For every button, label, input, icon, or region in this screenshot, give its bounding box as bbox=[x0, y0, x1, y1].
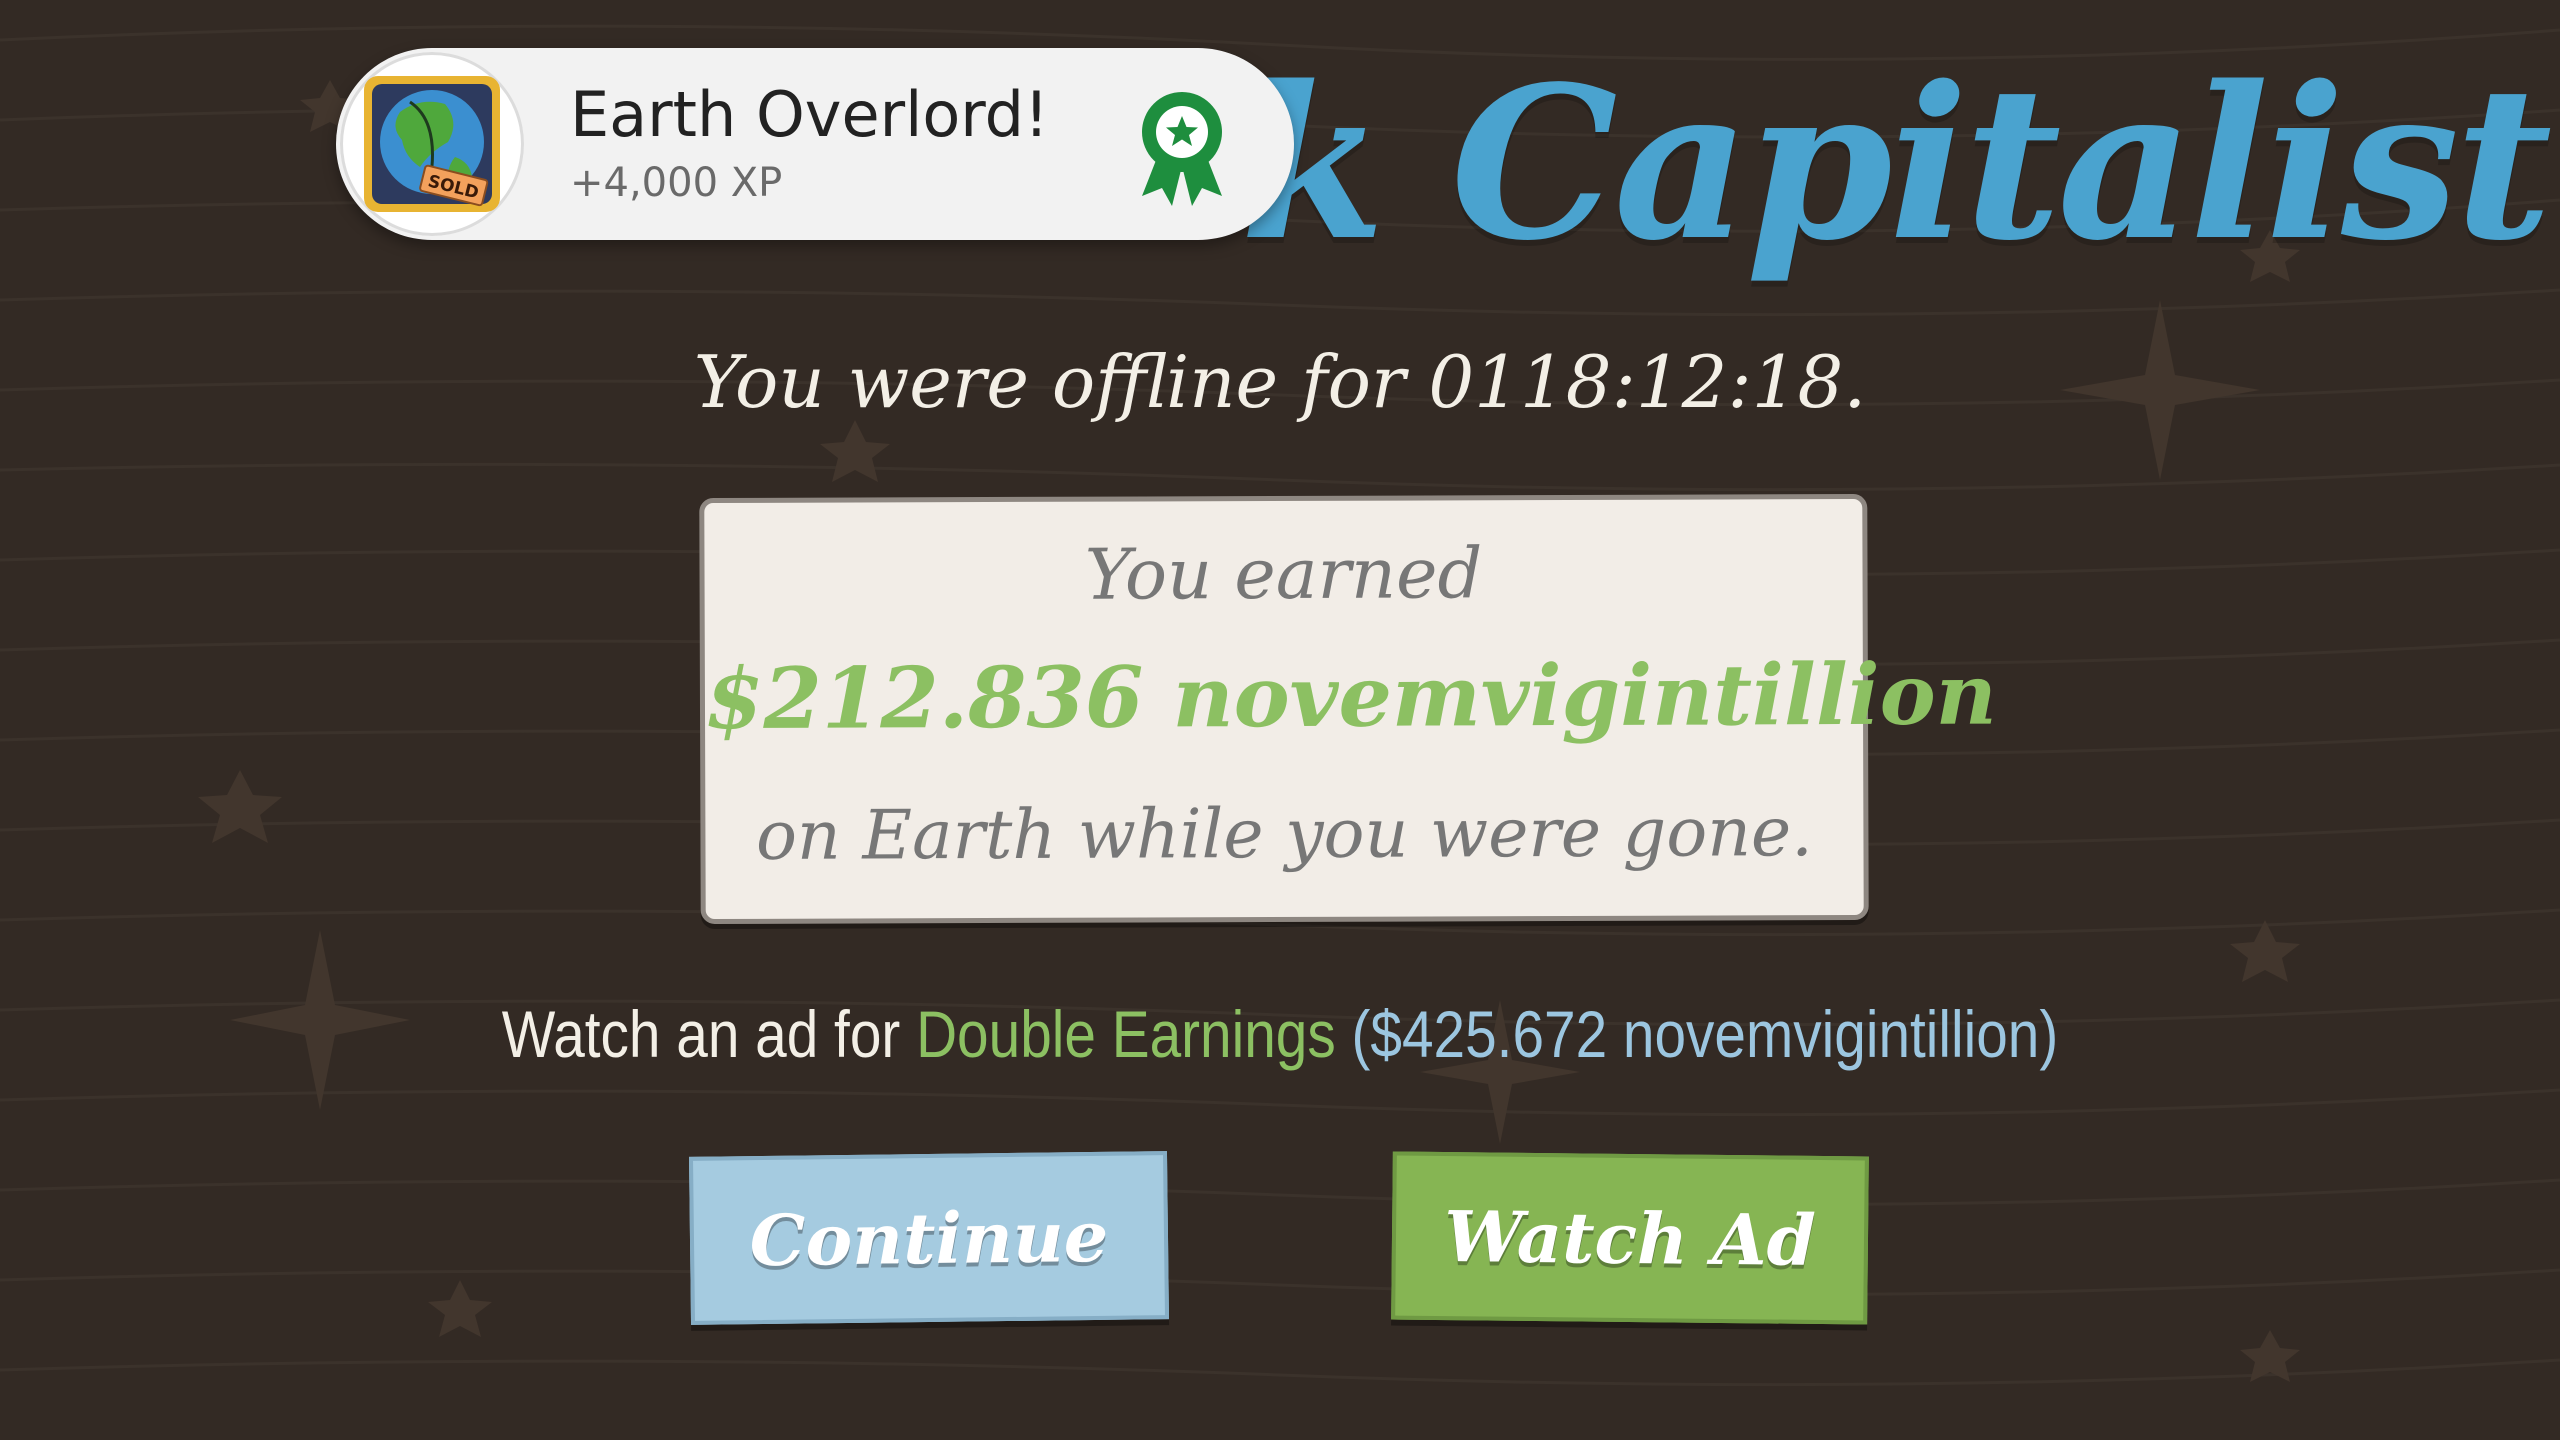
game-title: k Capitalist! bbox=[1240, 40, 2560, 287]
bg-star bbox=[820, 420, 890, 482]
ad-offer-prefix: Watch an ad for bbox=[501, 997, 917, 1071]
ad-offer-amount: ($425.672 novemvigintillion) bbox=[1335, 997, 2059, 1071]
continue-button[interactable]: Continue bbox=[688, 1151, 1170, 1325]
bg-star bbox=[428, 1280, 492, 1337]
earnings-location: on Earth while you were gone. bbox=[755, 793, 1813, 876]
earnings-amount: $212.836 novemvigintillion bbox=[704, 644, 1997, 749]
ad-offer-text: Watch an ad for Double Earnings ($425.67… bbox=[179, 996, 2381, 1072]
achievement-ribbon-icon bbox=[1142, 92, 1222, 206]
achievement-xp: +4,000 XP bbox=[570, 160, 783, 206]
earnings-label: You earned bbox=[1084, 532, 1483, 616]
bg-star bbox=[198, 770, 282, 843]
ad-offer-highlight: Double Earnings bbox=[916, 997, 1336, 1071]
earnings-panel: You earned $212.836 novemvigintillion on… bbox=[699, 493, 1997, 925]
achievement-title: Earth Overlord! bbox=[570, 78, 1049, 151]
earth-sold-icon: SOLD bbox=[364, 76, 500, 212]
achievement-badge: SOLD bbox=[340, 52, 524, 236]
offline-duration-text: You were offline for 0118:12:18. bbox=[693, 340, 1867, 424]
watch-ad-button[interactable]: Watch Ad bbox=[1391, 1151, 1869, 1325]
achievement-toast[interactable]: SOLD Earth Overlord! +4,000 XP bbox=[336, 48, 1294, 240]
bg-star bbox=[2230, 920, 2300, 982]
